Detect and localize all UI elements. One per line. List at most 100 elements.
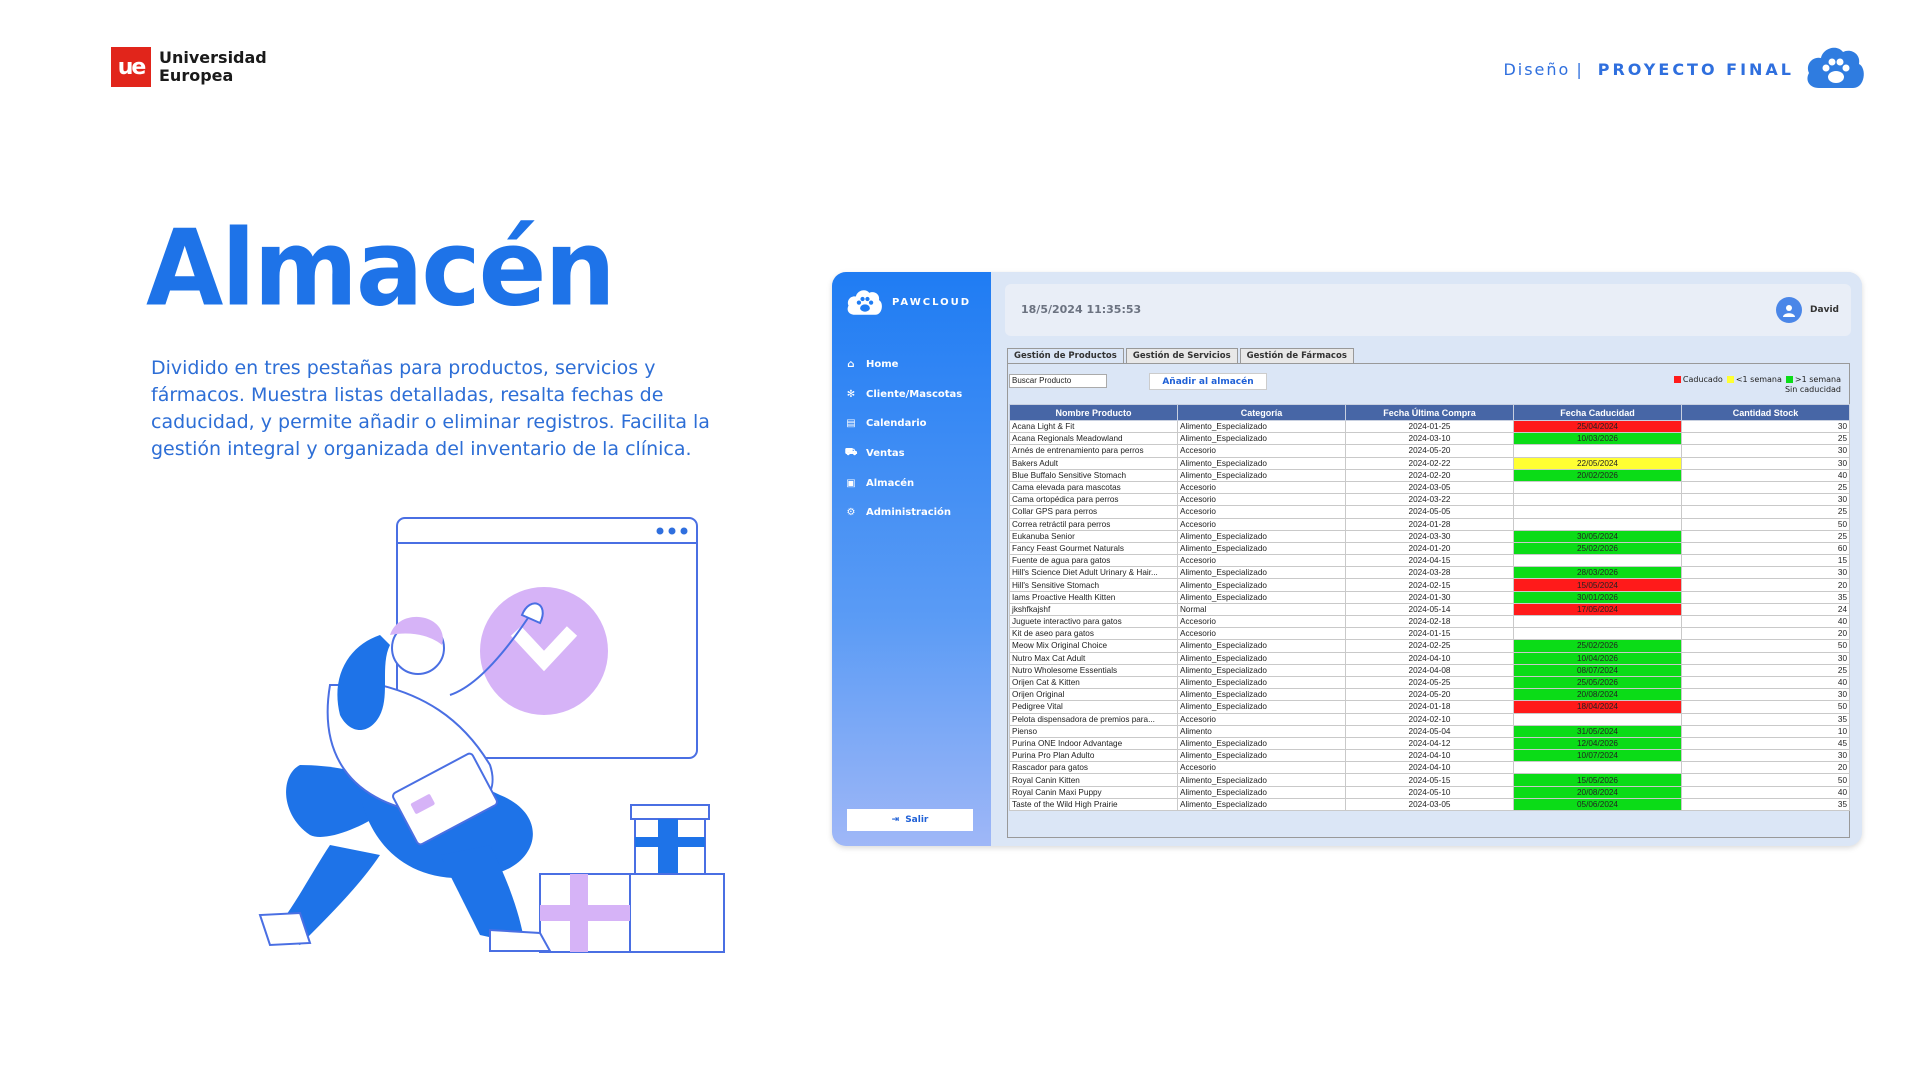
table-row[interactable]: Royal Canin Kitten Alimento_Especializado… — [1009, 773, 1850, 787]
expiry-cell: 20/08/2024 — [1513, 688, 1682, 702]
stock-cell: 25 — [1681, 432, 1850, 446]
column-header[interactable]: Fecha Caducidad — [1513, 404, 1682, 421]
app-brand-name: PAWCLOUD — [892, 296, 972, 308]
project-label: PROYECTO FINAL — [1597, 60, 1794, 79]
search-input[interactable]: Buscar Producto — [1009, 374, 1107, 388]
table-row[interactable]: Nutro Max Cat Adult Alimento_Especializad… — [1009, 651, 1850, 665]
category-cell: Alimento_Especializado — [1177, 736, 1346, 751]
avatar — [1776, 297, 1803, 323]
stock-cell: 60 — [1681, 541, 1850, 556]
sidebar-item-label: Administración — [866, 507, 952, 519]
expiry-cell: 30/01/2026 — [1513, 590, 1682, 604]
sidebar-item-clientes[interactable]: ✻ Cliente/Mascotas — [846, 380, 962, 410]
category-cell: Accesorio — [1177, 480, 1346, 495]
product-name-cell: Blue Buffalo Sensitive Stomach — [1009, 468, 1178, 482]
last-purchase-cell: 2024-05-04 — [1345, 724, 1514, 738]
table-row[interactable]: Orijen Cat & Kitten Alimento_Especializad… — [1009, 675, 1850, 690]
table-row[interactable]: Acana Regionals Meadowland Alimento_Espec… — [1009, 432, 1850, 446]
table-row[interactable]: Correa retráctil para perros Accesorio 202… — [1009, 517, 1850, 531]
column-header[interactable]: Cantidad Stock — [1681, 404, 1850, 421]
column-header[interactable]: Fecha Última Compra — [1345, 404, 1514, 421]
product-name-cell: Orijen Original — [1009, 688, 1178, 702]
category-cell: Alimento_Especializado — [1177, 419, 1346, 434]
last-purchase-cell: 2024-02-22 — [1345, 456, 1514, 470]
product-name-cell: Juguete interactivo para gatos — [1009, 614, 1178, 629]
last-purchase-cell: 2024-05-15 — [1345, 773, 1514, 787]
table-row[interactable]: Kit de aseo para gatos Accesorio 2024-01-1… — [1009, 627, 1850, 641]
table-row[interactable]: Orijen Original Alimento_Especializado 202… — [1009, 688, 1850, 702]
stock-cell: 20 — [1681, 627, 1850, 641]
stock-cell: 20 — [1681, 578, 1850, 592]
category-cell: Accesorio — [1177, 554, 1346, 568]
product-name-cell: Purina ONE Indoor Advantage — [1009, 736, 1178, 751]
expiry-cell: 10/04/2026 — [1513, 651, 1682, 665]
table-row[interactable]: Collar GPS para perros Accesorio 2024-05-0… — [1009, 505, 1850, 519]
category-cell: Alimento_Especializado — [1177, 773, 1346, 787]
sidebar-item-calendario[interactable]: ▤ Calendario — [846, 409, 962, 439]
table-row[interactable]: Meow Mix Original Choice Alimento_Especia… — [1009, 639, 1850, 653]
stock-cell: 25 — [1681, 480, 1850, 495]
category-cell: Alimento_Especializado — [1177, 749, 1346, 763]
table-row[interactable]: Hill's Science Diet Adult Urinary & Hair… — [1009, 566, 1850, 580]
tab-productos[interactable]: Gestión de Productos — [1007, 348, 1124, 363]
exit-button[interactable]: ⇥ Salir — [847, 809, 973, 831]
table-row[interactable]: Rascador para gatos Accesorio 2024-04-10 20 — [1009, 761, 1850, 775]
table-row[interactable]: Cama ortopédica para perros Accesorio 2024… — [1009, 493, 1850, 507]
expiry-cell — [1513, 517, 1682, 531]
table-row[interactable]: Juguete interactivo para gatos Accesorio 2… — [1009, 614, 1850, 629]
legend-more: >1 semana — [1794, 375, 1841, 384]
expiry-cell: 10/03/2026 — [1513, 432, 1682, 446]
table-row[interactable]: Royal Canin Maxi Puppy Alimento_Especiali… — [1009, 785, 1850, 799]
stock-cell: 30 — [1681, 749, 1850, 763]
table-row[interactable]: Pienso Alimento 2024-05-04 31/05/2024 10 — [1009, 724, 1850, 738]
table-row[interactable]: Taste of the Wild High Prairie Alimento_E… — [1009, 797, 1850, 812]
product-name-cell: Acana Regionals Meadowland — [1009, 432, 1178, 446]
sidebar-item-label: Calendario — [866, 418, 927, 430]
stock-cell: 35 — [1681, 590, 1850, 604]
tab-servicios[interactable]: Gestión de Servicios — [1125, 348, 1238, 363]
sidebar-item-administracion[interactable]: ⚙ Administración — [846, 498, 962, 528]
product-name-cell: Kit de aseo para gatos — [1009, 627, 1178, 641]
category-cell: Alimento_Especializado — [1177, 675, 1346, 690]
add-to-warehouse-button[interactable]: Añadir al almacén — [1149, 373, 1267, 390]
table-row[interactable]: Cama elevada para mascotas Accesorio 2024-… — [1009, 480, 1850, 495]
expiry-cell — [1513, 493, 1682, 507]
expiry-cell: 25/02/2026 — [1513, 639, 1682, 653]
last-purchase-cell: 2024-03-30 — [1345, 529, 1514, 543]
table-row[interactable]: Bakers Adult Alimento_Especializado 2024-0… — [1009, 456, 1850, 470]
user-info[interactable]: David — [1776, 297, 1839, 323]
table-row[interactable]: Pelota dispensadora de premios para... Ac… — [1009, 712, 1850, 726]
category-cell: Alimento_Especializado — [1177, 785, 1346, 799]
table-row[interactable]: Purina ONE Indoor Advantage Alimento_Espe… — [1009, 736, 1850, 751]
product-name-cell: Pienso — [1009, 724, 1178, 738]
table-row[interactable]: Purina Pro Plan Adulto Alimento_Especiali… — [1009, 749, 1850, 763]
last-purchase-cell: 2024-05-05 — [1345, 505, 1514, 519]
exit-icon: ⇥ — [891, 815, 900, 825]
sidebar-item-home[interactable]: ⌂ Home — [846, 350, 962, 380]
column-header[interactable]: Nombre Producto — [1009, 404, 1178, 421]
table-row[interactable]: Hill's Sensitive Stomach Alimento_Especia… — [1009, 578, 1850, 592]
table-row[interactable]: jkshfkajshf Normal 2024-05-14 17/05/2024 24 — [1009, 602, 1850, 617]
expiry-cell: 25/04/2024 — [1513, 419, 1682, 434]
table-row[interactable]: Eukanuba Senior Alimento_Especializado 202… — [1009, 529, 1850, 543]
paw-icon: ✻ — [846, 388, 856, 400]
table-row[interactable]: Nutro Wholesome Essentials Alimento_Espec… — [1009, 663, 1850, 677]
expiry-cell — [1513, 712, 1682, 726]
table-row[interactable]: Pedigree Vital Alimento_Especializado 2024… — [1009, 700, 1850, 714]
sidebar-item-almacen[interactable]: ▣ Almacén — [846, 468, 962, 498]
table-row[interactable]: Acana Light & Fit Alimento_Especializado 2… — [1009, 419, 1850, 434]
column-header[interactable]: Categoría — [1177, 404, 1346, 421]
tab-farmacos[interactable]: Gestión de Fármacos — [1239, 348, 1354, 363]
expiry-cell: 08/07/2024 — [1513, 663, 1682, 677]
expiry-cell — [1513, 627, 1682, 641]
sidebar-item-ventas[interactable]: ⛟ Ventas — [845, 439, 962, 469]
table-row[interactable]: Fancy Feast Gourmet Naturals Alimento_Esp… — [1009, 541, 1850, 556]
product-name-cell: Collar GPS para perros — [1009, 505, 1178, 519]
product-name-cell: Fuente de agua para gatos — [1009, 554, 1178, 568]
table-row[interactable]: Blue Buffalo Sensitive Stomach Alimento_E… — [1009, 468, 1850, 482]
table-row[interactable]: Iams Proactive Health Kitten Alimento_Esp… — [1009, 590, 1850, 604]
slide-description: Dividido en tres pestañas para productos… — [151, 357, 710, 460]
product-name-cell: Fancy Feast Gourmet Naturals — [1009, 541, 1178, 556]
table-row[interactable]: Fuente de agua para gatos Accesorio 2024-0… — [1009, 554, 1850, 568]
table-row[interactable]: Arnés de entrenamiento para perros Acceso… — [1009, 444, 1850, 458]
